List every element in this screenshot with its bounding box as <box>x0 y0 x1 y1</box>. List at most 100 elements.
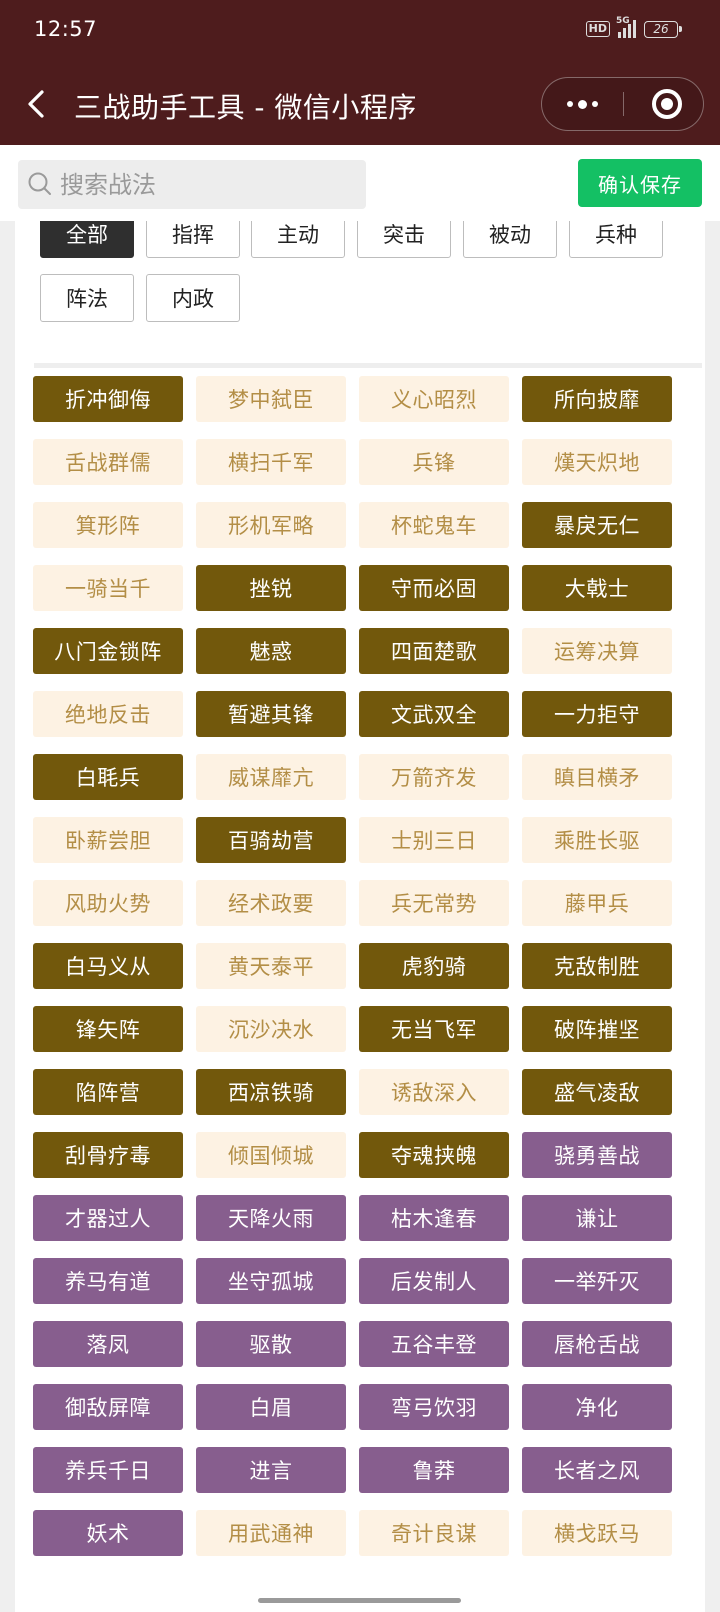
skill-item[interactable]: 锋矢阵 <box>33 1006 183 1052</box>
skill-item[interactable]: 妖术 <box>33 1510 183 1556</box>
skill-item[interactable]: 四面楚歌 <box>359 628 509 674</box>
skill-item[interactable]: 白马义从 <box>33 943 183 989</box>
skill-item[interactable]: 养兵千日 <box>33 1447 183 1493</box>
skill-item[interactable]: 五谷丰登 <box>359 1321 509 1367</box>
skill-item[interactable]: 沉沙决水 <box>196 1006 346 1052</box>
skill-item[interactable]: 大戟士 <box>522 565 672 611</box>
filter-tab[interactable]: 阵法 <box>40 274 134 322</box>
skill-item[interactable]: 乘胜长驱 <box>522 817 672 863</box>
back-icon[interactable] <box>22 86 52 122</box>
skill-item[interactable]: 才器过人 <box>33 1195 183 1241</box>
filter-tab[interactable]: 兵种 <box>569 221 663 258</box>
skill-panel: 全部 指挥 主动 突击 被动 兵种阵法 内政 折冲御侮 梦中弑臣 义心昭烈 所向披靡舌战群儒 横扫千… <box>15 221 705 1612</box>
confirm-save-button[interactable]: 确认保存 <box>578 159 702 207</box>
filter-tab[interactable]: 被动 <box>463 221 557 258</box>
filter-tab[interactable]: 突击 <box>357 221 451 258</box>
skill-item[interactable]: 长者之风 <box>522 1447 672 1493</box>
skill-item[interactable]: 经术政要 <box>196 880 346 926</box>
skill-item[interactable]: 魅惑 <box>196 628 346 674</box>
skill-item[interactable]: 瞋目横矛 <box>522 754 672 800</box>
skill-item[interactable]: 暴戾无仁 <box>522 502 672 548</box>
skill-item[interactable]: 骁勇善战 <box>522 1132 672 1178</box>
skill-item[interactable]: 运筹决算 <box>522 628 672 674</box>
skill-item[interactable]: 夺魂挟魄 <box>359 1132 509 1178</box>
divider <box>34 363 702 368</box>
skill-item[interactable]: 威谋靡亢 <box>196 754 346 800</box>
skill-item[interactable]: 陷阵营 <box>33 1069 183 1115</box>
skill-item[interactable]: 所向披靡 <box>522 376 672 422</box>
skill-item[interactable]: 一骑当千 <box>33 565 183 611</box>
skill-item[interactable]: 后发制人 <box>359 1258 509 1304</box>
skill-item[interactable]: 西凉铁骑 <box>196 1069 346 1115</box>
filter-tab[interactable]: 内政 <box>146 274 240 322</box>
hd-icon: HD <box>585 21 610 37</box>
skill-item[interactable]: 御敌屏障 <box>33 1384 183 1430</box>
skill-item[interactable]: 白眉 <box>196 1384 346 1430</box>
skill-item[interactable]: 文武双全 <box>359 691 509 737</box>
skill-item[interactable]: 风助火势 <box>33 880 183 926</box>
skill-item[interactable]: 倾国倾城 <box>196 1132 346 1178</box>
skill-item[interactable]: 义心昭烈 <box>359 376 509 422</box>
skill-item[interactable]: 八门金锁阵 <box>33 628 183 674</box>
search-icon <box>28 172 51 195</box>
skill-item[interactable]: 守而必固 <box>359 565 509 611</box>
battery-icon: 26 <box>644 20 682 38</box>
skill-item[interactable]: 用武通神 <box>196 1510 346 1556</box>
signal-icon: 5G <box>616 16 636 38</box>
more-icon[interactable] <box>560 78 604 130</box>
skill-item[interactable]: 破阵摧坚 <box>522 1006 672 1052</box>
skill-item[interactable]: 一力拒守 <box>522 691 672 737</box>
skill-item[interactable]: 养马有道 <box>33 1258 183 1304</box>
status-icons: HD 5G 26 <box>585 16 682 38</box>
skill-item[interactable]: 一举歼灭 <box>522 1258 672 1304</box>
skill-item[interactable]: 落凤 <box>33 1321 183 1367</box>
skill-item[interactable]: 绝地反击 <box>33 691 183 737</box>
skill-item[interactable]: 梦中弑臣 <box>196 376 346 422</box>
skill-item[interactable]: 无当飞军 <box>359 1006 509 1052</box>
skill-item[interactable]: 万箭齐发 <box>359 754 509 800</box>
filter-tab[interactable]: 主动 <box>251 221 345 258</box>
home-indicator[interactable] <box>258 1598 461 1603</box>
skill-item[interactable]: 黄天泰平 <box>196 943 346 989</box>
skill-item[interactable]: 诱敌深入 <box>359 1069 509 1115</box>
skill-item[interactable]: 箕形阵 <box>33 502 183 548</box>
skill-item[interactable]: 兵锋 <box>359 439 509 485</box>
skill-item[interactable]: 驱散 <box>196 1321 346 1367</box>
skill-item[interactable]: 刮骨疗毒 <box>33 1132 183 1178</box>
filter-tab[interactable]: 全部 <box>40 221 134 258</box>
skill-item[interactable]: 谦让 <box>522 1195 672 1241</box>
skill-item[interactable]: 折冲御侮 <box>33 376 183 422</box>
skill-item[interactable]: 杯蛇鬼车 <box>359 502 509 548</box>
skill-item[interactable]: 坐守孤城 <box>196 1258 346 1304</box>
skill-item[interactable]: 枯木逢春 <box>359 1195 509 1241</box>
skill-item[interactable]: 熯天炽地 <box>522 439 672 485</box>
skill-item[interactable]: 弯弓饮羽 <box>359 1384 509 1430</box>
skill-item[interactable]: 暂避其锋 <box>196 691 346 737</box>
skill-item[interactable]: 克敌制胜 <box>522 943 672 989</box>
skill-item[interactable]: 形机军略 <box>196 502 346 548</box>
skill-item[interactable]: 挫锐 <box>196 565 346 611</box>
skill-item[interactable]: 卧薪尝胆 <box>33 817 183 863</box>
skill-item[interactable]: 兵无常势 <box>359 880 509 926</box>
close-miniprogram-icon[interactable] <box>652 89 682 119</box>
nav-bar: 三战助手工具 - 微信小程序 <box>0 64 720 145</box>
skill-item[interactable]: 百骑劫营 <box>196 817 346 863</box>
skill-item[interactable]: 天降火雨 <box>196 1195 346 1241</box>
skill-item[interactable]: 舌战群儒 <box>33 439 183 485</box>
skill-item[interactable]: 鲁莽 <box>359 1447 509 1493</box>
skill-item[interactable]: 进言 <box>196 1447 346 1493</box>
status-time: 12:57 <box>34 17 98 41</box>
skill-item[interactable]: 白毦兵 <box>33 754 183 800</box>
filter-tab[interactable]: 指挥 <box>146 221 240 258</box>
skill-item[interactable]: 横戈跃马 <box>522 1510 672 1556</box>
skill-item[interactable]: 横扫千军 <box>196 439 346 485</box>
skill-item[interactable]: 藤甲兵 <box>522 880 672 926</box>
search-box[interactable] <box>18 160 366 209</box>
skill-item[interactable]: 虎豹骑 <box>359 943 509 989</box>
skill-item[interactable]: 士别三日 <box>359 817 509 863</box>
skill-item[interactable]: 唇枪舌战 <box>522 1321 672 1367</box>
search-input[interactable] <box>60 160 350 209</box>
skill-item[interactable]: 奇计良谋 <box>359 1510 509 1556</box>
skill-item[interactable]: 净化 <box>522 1384 672 1430</box>
skill-item[interactable]: 盛气凌敌 <box>522 1069 672 1115</box>
